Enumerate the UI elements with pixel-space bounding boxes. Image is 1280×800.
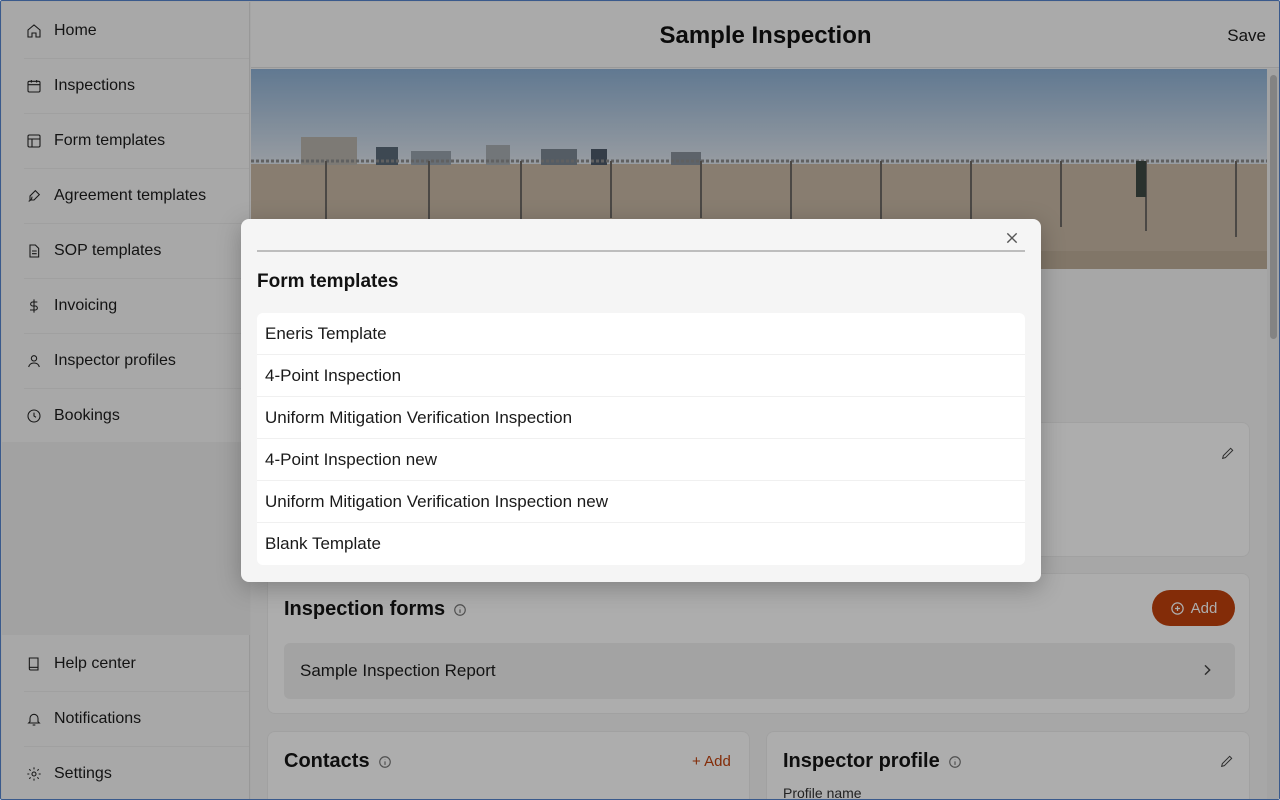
form-templates-modal: Form templates Eneris Template 4-Point I… [241,219,1041,582]
close-icon [1006,232,1018,244]
template-item[interactable]: Uniform Mitigation Verification Inspecti… [257,397,1025,439]
close-button[interactable] [1001,227,1023,249]
template-list: Eneris Template 4-Point Inspection Unifo… [257,313,1025,565]
template-item[interactable]: 4-Point Inspection new [257,439,1025,481]
modal-divider [257,250,1025,252]
template-item[interactable]: Blank Template [257,523,1025,565]
template-item[interactable]: Eneris Template [257,313,1025,355]
template-item[interactable]: 4-Point Inspection [257,355,1025,397]
app-window: Home Inspections Form templates Agreemen… [0,0,1280,800]
modal-title: Form templates [257,271,399,292]
template-item[interactable]: Uniform Mitigation Verification Inspecti… [257,481,1025,523]
